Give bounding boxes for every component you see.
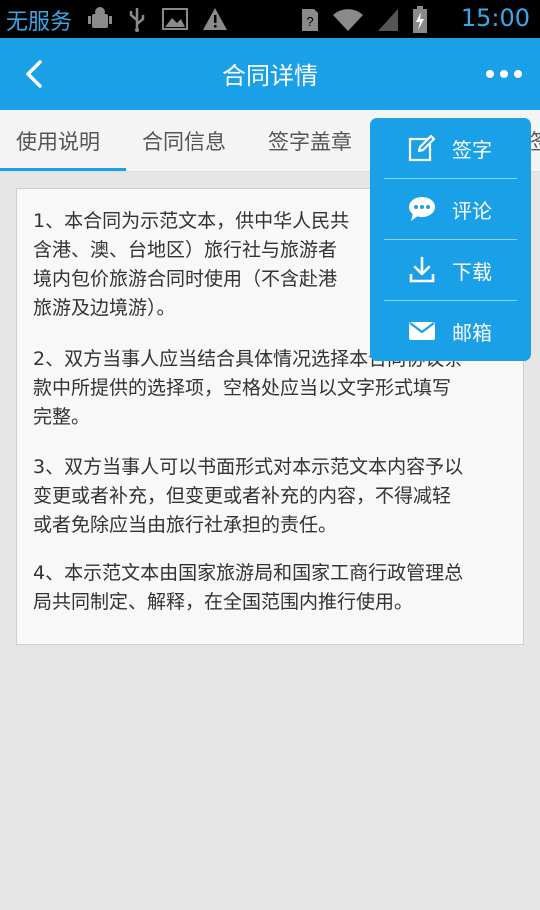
carrier-label: 无服务 <box>6 10 73 35</box>
tab-sign-stamp[interactable]: 签字盖章 <box>268 126 352 156</box>
paragraph-4: 4、本示范文本由国家旅游局和国家工商行政管理总 局共同制定、解释，在全国范围内推… <box>33 559 509 617</box>
tab-usage-notes[interactable]: 使用说明 <box>16 126 100 156</box>
warning-icon <box>202 7 228 31</box>
clock: 15:00 <box>460 4 530 32</box>
overflow-menu: 签字 评论 下载 邮箱 <box>370 118 531 361</box>
menu-item-label: 下载 <box>452 260 492 284</box>
paragraph-3: 3、双方当事人可以书面形式对本示范文本内容予以 变更或者补充，但变更或者补充的内… <box>33 453 509 540</box>
image-icon <box>162 7 188 31</box>
wifi-icon <box>332 7 364 33</box>
menu-item-mail[interactable]: 邮箱 <box>370 301 531 361</box>
sim-unknown-icon: ? <box>300 7 320 33</box>
menu-item-sign[interactable]: 签字 <box>370 118 531 178</box>
paragraph-line: 局共同制定、解释，在全国范围内推行使用。 <box>33 591 414 613</box>
paragraph-line: 或者免除应当由旅行社承担的责任。 <box>33 514 338 536</box>
more-dots-icon <box>486 70 522 78</box>
tab-sign-partial[interactable]: 签 <box>530 126 540 156</box>
menu-item-label: 邮箱 <box>452 321 492 345</box>
menu-item-label: 签字 <box>452 138 492 162</box>
notification-icons <box>88 6 228 32</box>
paragraph-line: 3、双方当事人可以书面形式对本示范文本内容予以 <box>33 456 464 478</box>
mail-icon <box>409 322 435 340</box>
menu-item-label: 评论 <box>452 199 492 223</box>
svg-text:?: ? <box>306 14 313 29</box>
tab-active-indicator <box>0 168 126 171</box>
edit-sign-icon <box>408 134 436 162</box>
paragraph-line: 款中所提供的选择项，空格处应当以文字形式填写 <box>33 377 452 399</box>
comment-bubble-icon <box>409 197 435 221</box>
android-debug-icon <box>88 6 112 32</box>
paragraph-line: 变更或者补充，但变更或者补充的内容，不得减轻 <box>33 485 452 507</box>
paragraph-line: 4、本示范文本由国家旅游局和国家工商行政管理总 <box>33 562 464 584</box>
battery-charging-icon <box>412 6 428 34</box>
app-bar: 合同详情 <box>0 38 540 110</box>
menu-item-download[interactable]: 下载 <box>370 240 531 300</box>
page-title: 合同详情 <box>222 62 318 90</box>
system-icons: ? <box>300 6 428 34</box>
download-icon <box>409 256 435 283</box>
signal-icon <box>376 7 400 33</box>
status-bar: 无服务 ? 15:00 <box>0 0 540 38</box>
tab-contract-info[interactable]: 合同信息 <box>142 126 226 156</box>
more-button[interactable] <box>484 60 524 88</box>
menu-item-comment[interactable]: 评论 <box>370 179 531 239</box>
usb-icon <box>126 6 148 32</box>
paragraph-line: 完整。 <box>33 406 91 428</box>
